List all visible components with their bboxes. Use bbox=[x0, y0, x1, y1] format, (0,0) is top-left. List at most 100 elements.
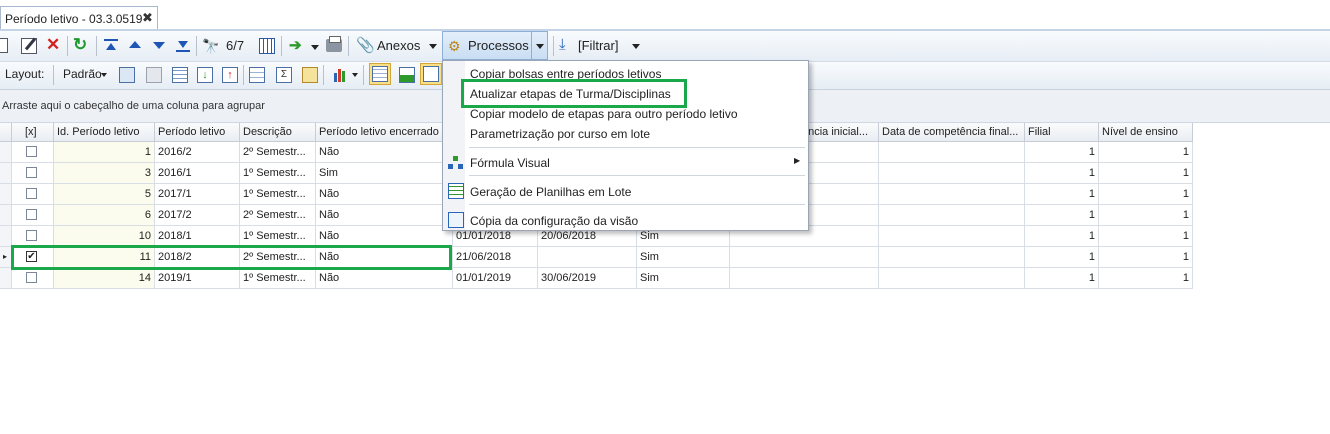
table-cell[interactable]: 14 bbox=[54, 268, 155, 289]
table-cell[interactable]: 1 bbox=[1099, 205, 1193, 226]
table-cell[interactable]: 2016/1 bbox=[155, 163, 240, 184]
anexos-button[interactable]: Anexos bbox=[377, 38, 420, 53]
column-header-id[interactable]: Id. Período letivo bbox=[54, 123, 155, 142]
table-cell[interactable] bbox=[730, 268, 879, 289]
table-cell[interactable] bbox=[879, 247, 1025, 268]
view-mode-detail-button[interactable] bbox=[420, 63, 442, 85]
table-cell[interactable]: 1º Semestr... bbox=[240, 163, 316, 184]
table-cell[interactable]: 1 bbox=[54, 142, 155, 163]
row-select-checkbox-cell[interactable] bbox=[12, 205, 54, 226]
table-cell[interactable]: 1 bbox=[1099, 163, 1193, 184]
table-cell[interactable]: 1 bbox=[1025, 268, 1099, 289]
chevron-down-icon[interactable] bbox=[632, 44, 640, 49]
table-cell[interactable]: 1º Semestr... bbox=[240, 226, 316, 247]
row-select-checkbox-cell[interactable] bbox=[12, 163, 54, 184]
row-checkbox[interactable] bbox=[26, 272, 37, 283]
table-cell[interactable]: Não bbox=[316, 226, 453, 247]
layout-select[interactable]: Padrão bbox=[63, 67, 102, 81]
row-checkbox[interactable] bbox=[26, 146, 37, 157]
refresh-icon[interactable]: ↻ bbox=[73, 36, 89, 53]
filtrar-button[interactable]: [Filtrar] bbox=[578, 38, 618, 53]
table-cell[interactable] bbox=[538, 247, 637, 268]
summary-icon[interactable] bbox=[302, 67, 318, 83]
menu-item-copia-configuracao[interactable]: Cópia da configuração da visão bbox=[470, 214, 638, 228]
bar-chart-icon[interactable] bbox=[333, 67, 349, 83]
table-cell[interactable]: Não bbox=[316, 184, 453, 205]
table-cell[interactable]: 1 bbox=[1025, 226, 1099, 247]
close-icon[interactable]: ✖ bbox=[142, 10, 153, 26]
column-header-periodo[interactable]: Período letivo bbox=[155, 123, 240, 142]
table-cell[interactable]: Sim bbox=[637, 268, 730, 289]
row-checkbox[interactable] bbox=[26, 209, 37, 220]
table-cell[interactable]: Não bbox=[316, 268, 453, 289]
table-cell[interactable] bbox=[879, 226, 1025, 247]
menu-item-parametrizacao[interactable]: Parametrização por curso em lote bbox=[470, 127, 650, 141]
table-cell[interactable]: 1 bbox=[1099, 184, 1193, 205]
column-header-encerrado[interactable]: Período letivo encerrado bbox=[316, 123, 453, 142]
edit-icon[interactable] bbox=[21, 37, 37, 54]
processos-button[interactable]: ⚙ Processos bbox=[442, 31, 548, 60]
row-checkbox[interactable] bbox=[26, 188, 37, 199]
column-header-select[interactable]: [x] bbox=[12, 123, 54, 142]
table-cell[interactable]: 1 bbox=[1025, 184, 1099, 205]
table-cell[interactable]: 3 bbox=[54, 163, 155, 184]
menu-item-copiar-modelo-etapas[interactable]: Copiar modelo de etapas para outro perío… bbox=[470, 107, 738, 121]
delete-icon[interactable]: ✕ bbox=[46, 36, 62, 53]
table-cell[interactable] bbox=[879, 205, 1025, 226]
chevron-down-icon[interactable] bbox=[536, 44, 544, 49]
column-header-filial[interactable]: Filial bbox=[1025, 123, 1099, 142]
chevron-down-icon[interactable] bbox=[429, 44, 437, 49]
layout-save-icon[interactable] bbox=[119, 67, 135, 83]
table-cell[interactable]: 2º Semestr... bbox=[240, 142, 316, 163]
row-select-checkbox-cell[interactable] bbox=[12, 142, 54, 163]
last-record-icon[interactable] bbox=[175, 39, 191, 55]
row-select-checkbox-cell[interactable] bbox=[12, 184, 54, 205]
table-cell[interactable]: Não bbox=[316, 142, 453, 163]
table-cell[interactable]: 1º Semestr... bbox=[240, 268, 316, 289]
view-mode-form-button[interactable] bbox=[369, 63, 391, 85]
calendar-grid-icon[interactable] bbox=[259, 38, 275, 54]
table-cell[interactable]: Não bbox=[316, 205, 453, 226]
chevron-down-icon[interactable] bbox=[101, 73, 107, 77]
table-cell[interactable]: 2018/1 bbox=[155, 226, 240, 247]
table-cell[interactable]: 1 bbox=[1099, 247, 1193, 268]
table-cell[interactable]: Sim bbox=[316, 163, 453, 184]
column-header-competencia-final[interactable]: Data de competência final... bbox=[879, 123, 1025, 142]
table-cell[interactable]: 30/06/2019 bbox=[538, 268, 637, 289]
first-record-icon[interactable] bbox=[103, 39, 119, 55]
paperclip-icon[interactable]: 📎 bbox=[356, 38, 375, 54]
split-view-icon[interactable] bbox=[399, 67, 415, 83]
table-cell[interactable]: 5 bbox=[54, 184, 155, 205]
table-cell[interactable]: 1 bbox=[1099, 226, 1193, 247]
row-checkbox[interactable] bbox=[26, 230, 37, 241]
grid-view-icon[interactable] bbox=[172, 67, 188, 83]
import-layout-icon[interactable]: ↓ bbox=[197, 67, 213, 83]
table-cell[interactable]: 6 bbox=[54, 205, 155, 226]
table-cell[interactable]: 2017/2 bbox=[155, 205, 240, 226]
table-cell[interactable]: 2016/2 bbox=[155, 142, 240, 163]
table-cell[interactable] bbox=[879, 268, 1025, 289]
previous-record-icon[interactable] bbox=[127, 40, 143, 56]
table-cell[interactable]: 1 bbox=[1099, 142, 1193, 163]
chevron-down-icon[interactable] bbox=[311, 45, 319, 50]
filter-icon[interactable]: ⤓ bbox=[559, 37, 575, 53]
export-layout-icon[interactable]: ↑ bbox=[222, 67, 238, 83]
table-cell[interactable]: 1 bbox=[1025, 142, 1099, 163]
column-header-descricao[interactable]: Descrição bbox=[240, 123, 316, 142]
next-record-icon[interactable] bbox=[151, 41, 167, 57]
table-cell[interactable]: 1 bbox=[1025, 247, 1099, 268]
table-cell[interactable]: 1 bbox=[1099, 268, 1193, 289]
table-cell[interactable]: 1 bbox=[1025, 205, 1099, 226]
binoculars-icon[interactable]: 🔭 bbox=[202, 38, 219, 54]
row-checkbox[interactable] bbox=[26, 167, 37, 178]
tab-periodo-letivo[interactable]: Período letivo - 03.3.0519 ✖ bbox=[0, 6, 158, 30]
table-cell[interactable]: Sim bbox=[637, 247, 730, 268]
table-cell[interactable] bbox=[730, 247, 879, 268]
table-cell[interactable]: 2º Semestr... bbox=[240, 205, 316, 226]
table-cell[interactable] bbox=[879, 184, 1025, 205]
sort-icon[interactable]: Σ bbox=[276, 67, 292, 83]
arrow-go-icon[interactable]: ➔ bbox=[289, 38, 305, 54]
row-select-checkbox-cell[interactable] bbox=[12, 268, 54, 289]
table-cell[interactable] bbox=[879, 163, 1025, 184]
new-icon[interactable] bbox=[0, 38, 8, 53]
